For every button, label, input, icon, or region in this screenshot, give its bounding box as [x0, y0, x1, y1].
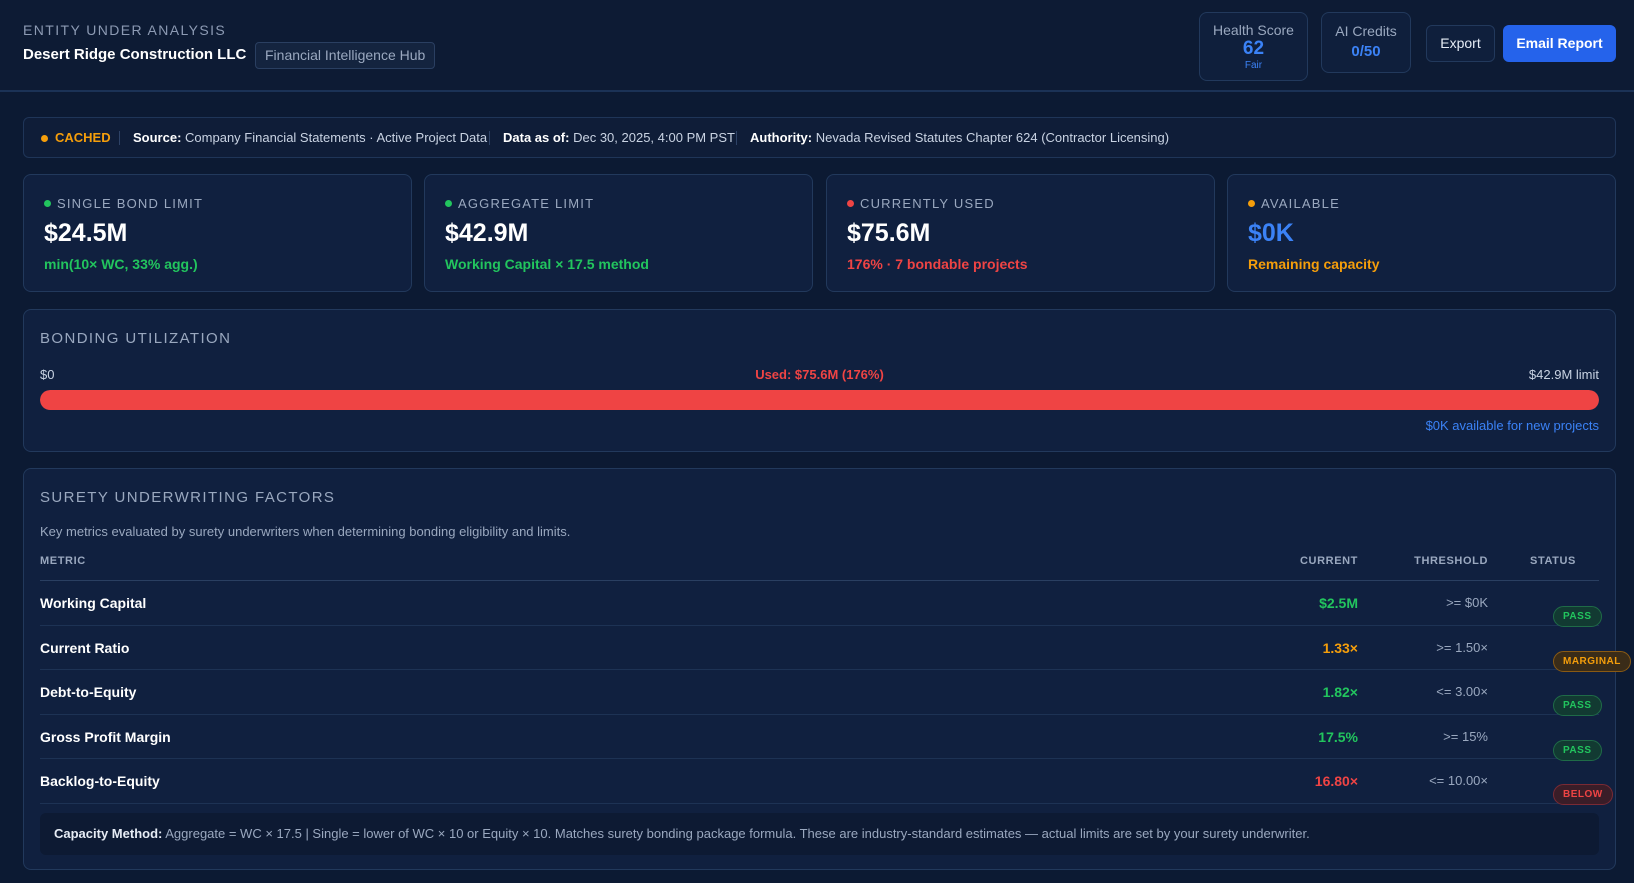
data-as-of-info: Data as of: Dec 30, 2025, 4:00 PM PST	[503, 118, 735, 157]
table-row: Debt-to-Equity 1.82× <= 3.00× PASS	[40, 670, 1602, 716]
status-badge: PASS	[1553, 695, 1602, 716]
health-score-rating: Fair	[1244, 60, 1263, 71]
health-score-label: Health Score	[1213, 22, 1294, 38]
card-value: $75.6M	[847, 219, 931, 247]
metric-current-value: 1.82×	[1322, 684, 1358, 700]
card-value: $42.9M	[445, 219, 529, 247]
cache-status-dot-icon	[41, 135, 48, 142]
page-header: ENTITY UNDER ANALYSIS Desert Ridge Const…	[0, 0, 1634, 92]
metric-name: Gross Profit Margin	[40, 728, 171, 745]
card-value: $24.5M	[44, 219, 128, 247]
table-row: Gross Profit Margin 17.5% >= 15% PASS	[40, 715, 1602, 761]
panel-description: Key metrics evaluated by surety underwri…	[40, 524, 571, 539]
table-row: Working Capital $2.5M >= $0K PASS	[40, 581, 1602, 627]
aggregate-limit-card: AGGREGATE LIMIT $42.9M Working Capital ×…	[424, 174, 813, 292]
metric-current-value: $2.5M	[1319, 595, 1358, 611]
data-status-bar: CACHED Source: Company Financial Stateme…	[23, 117, 1616, 158]
bonding-utilization-panel: BONDING UTILIZATION $0 Used: $75.6M (176…	[23, 309, 1616, 452]
metric-threshold: <= 3.00×	[1436, 684, 1488, 699]
column-header-metric: METRIC	[40, 555, 86, 567]
metric-threshold: >= 15%	[1443, 728, 1488, 744]
entity-kicker: ENTITY UNDER ANALYSIS	[23, 22, 227, 38]
utilization-limit-label: $42.9M limit	[1528, 367, 1599, 382]
card-status-dot-icon	[445, 200, 452, 207]
card-status-dot-icon	[44, 200, 51, 207]
card-subtext: Remaining capacity	[1248, 256, 1380, 272]
metric-threshold: >= 1.50×	[1436, 639, 1488, 655]
metric-name: Backlog-to-Equity	[40, 773, 160, 789]
card-subtext: 176% · 7 bondable projects	[847, 256, 1028, 272]
source-value: Company Financial Statements · Active Pr…	[185, 130, 488, 145]
table-header: METRIC CURRENT THRESHOLD STATUS	[40, 555, 1599, 581]
utilization-progress-fill	[40, 390, 1599, 410]
available-card: AVAILABLE $0K Remaining capacity	[1227, 174, 1616, 292]
ai-credits-box: AI Credits 0/50	[1321, 12, 1411, 73]
utilization-progress-bar	[40, 390, 1599, 410]
metric-current-value: 17.5%	[1318, 728, 1358, 745]
health-score-box: Health Score 62 Fair	[1199, 12, 1308, 81]
metric-name: Debt-to-Equity	[40, 684, 137, 700]
card-status-dot-icon	[847, 200, 854, 207]
metric-name: Current Ratio	[40, 639, 130, 656]
source-info: Source: Company Financial Statements · A…	[133, 118, 487, 157]
status-badge: BELOW	[1553, 784, 1613, 805]
divider	[489, 131, 490, 145]
cache-status-label: CACHED	[55, 130, 111, 145]
panel-title: SURETY UNDERWRITING FACTORS	[40, 489, 336, 506]
entity-name: Desert Ridge Construction LLC	[23, 46, 247, 63]
column-header-current: CURRENT	[1300, 555, 1358, 567]
utilization-used-label: Used: $75.6M (176%)	[755, 367, 884, 382]
capacity-method-key: Capacity Method:	[54, 826, 163, 841]
table-row: Backlog-to-Equity 16.80× <= 10.00× BELOW	[40, 759, 1613, 805]
column-header-status: STATUS	[1530, 555, 1576, 567]
capacity-method-note: Capacity Method: Aggregate = WC × 17.5 |…	[40, 813, 1599, 855]
data-as-of-key: Data as of:	[503, 130, 570, 145]
card-label: CURRENTLY USED	[860, 196, 995, 211]
metric-threshold: <= 10.00×	[1429, 773, 1488, 788]
ai-credits-label: AI Credits	[1335, 23, 1397, 39]
hub-tag: Financial Intelligence Hub	[255, 42, 436, 69]
card-label: AGGREGATE LIMIT	[458, 196, 595, 211]
export-button[interactable]: Export	[1426, 25, 1495, 62]
underwriting-factors-table: METRIC CURRENT THRESHOLD STATUS Working …	[40, 555, 1631, 805]
card-subtext: Working Capital × 17.5 method	[445, 256, 649, 272]
card-subtext: min(10× WC, 33% agg.)	[44, 256, 198, 272]
status-badge: PASS	[1553, 739, 1602, 761]
divider	[119, 131, 120, 145]
data-as-of-value: Dec 30, 2025, 4:00 PM PST	[573, 130, 735, 145]
available-capacity-label: $0K available for new projects	[1425, 418, 1599, 433]
ai-credits-value: 0/50	[1351, 43, 1381, 60]
metric-name: Working Capital	[40, 595, 147, 611]
currently-used-card: CURRENTLY USED $75.6M 176% · 7 bondable …	[826, 174, 1215, 292]
status-badge: MARGINAL	[1553, 650, 1631, 672]
divider	[736, 131, 737, 145]
single-bond-limit-card: SINGLE BOND LIMIT $24.5M min(10× WC, 33%…	[23, 174, 412, 292]
table-row: Current Ratio 1.33× >= 1.50× MARGINAL	[40, 626, 1631, 672]
card-value: $0K	[1248, 219, 1294, 247]
card-status-dot-icon	[1248, 200, 1255, 207]
authority-info: Authority: Nevada Revised Statutes Chapt…	[750, 118, 1169, 157]
metric-threshold: >= $0K	[1446, 595, 1488, 610]
panel-title: BONDING UTILIZATION	[40, 330, 232, 347]
authority-value: Nevada Revised Statutes Chapter 624 (Con…	[815, 130, 1170, 145]
email-report-button[interactable]: Email Report	[1503, 25, 1616, 62]
health-score-value: 62	[1242, 38, 1265, 59]
authority-key: Authority:	[750, 130, 813, 145]
metric-current-value: 1.33×	[1322, 639, 1358, 656]
card-label: AVAILABLE	[1261, 196, 1340, 211]
column-header-threshold: THRESHOLD	[1414, 555, 1488, 567]
card-label: SINGLE BOND LIMIT	[57, 196, 204, 211]
source-key: Source:	[133, 130, 182, 145]
metric-current-value: 16.80×	[1314, 773, 1358, 789]
status-badge: PASS	[1553, 606, 1602, 627]
capacity-method-text: Aggregate = WC × 17.5 | Single = lower o…	[165, 826, 1310, 841]
surety-underwriting-panel: SURETY UNDERWRITING FACTORS Key metrics …	[23, 468, 1631, 870]
